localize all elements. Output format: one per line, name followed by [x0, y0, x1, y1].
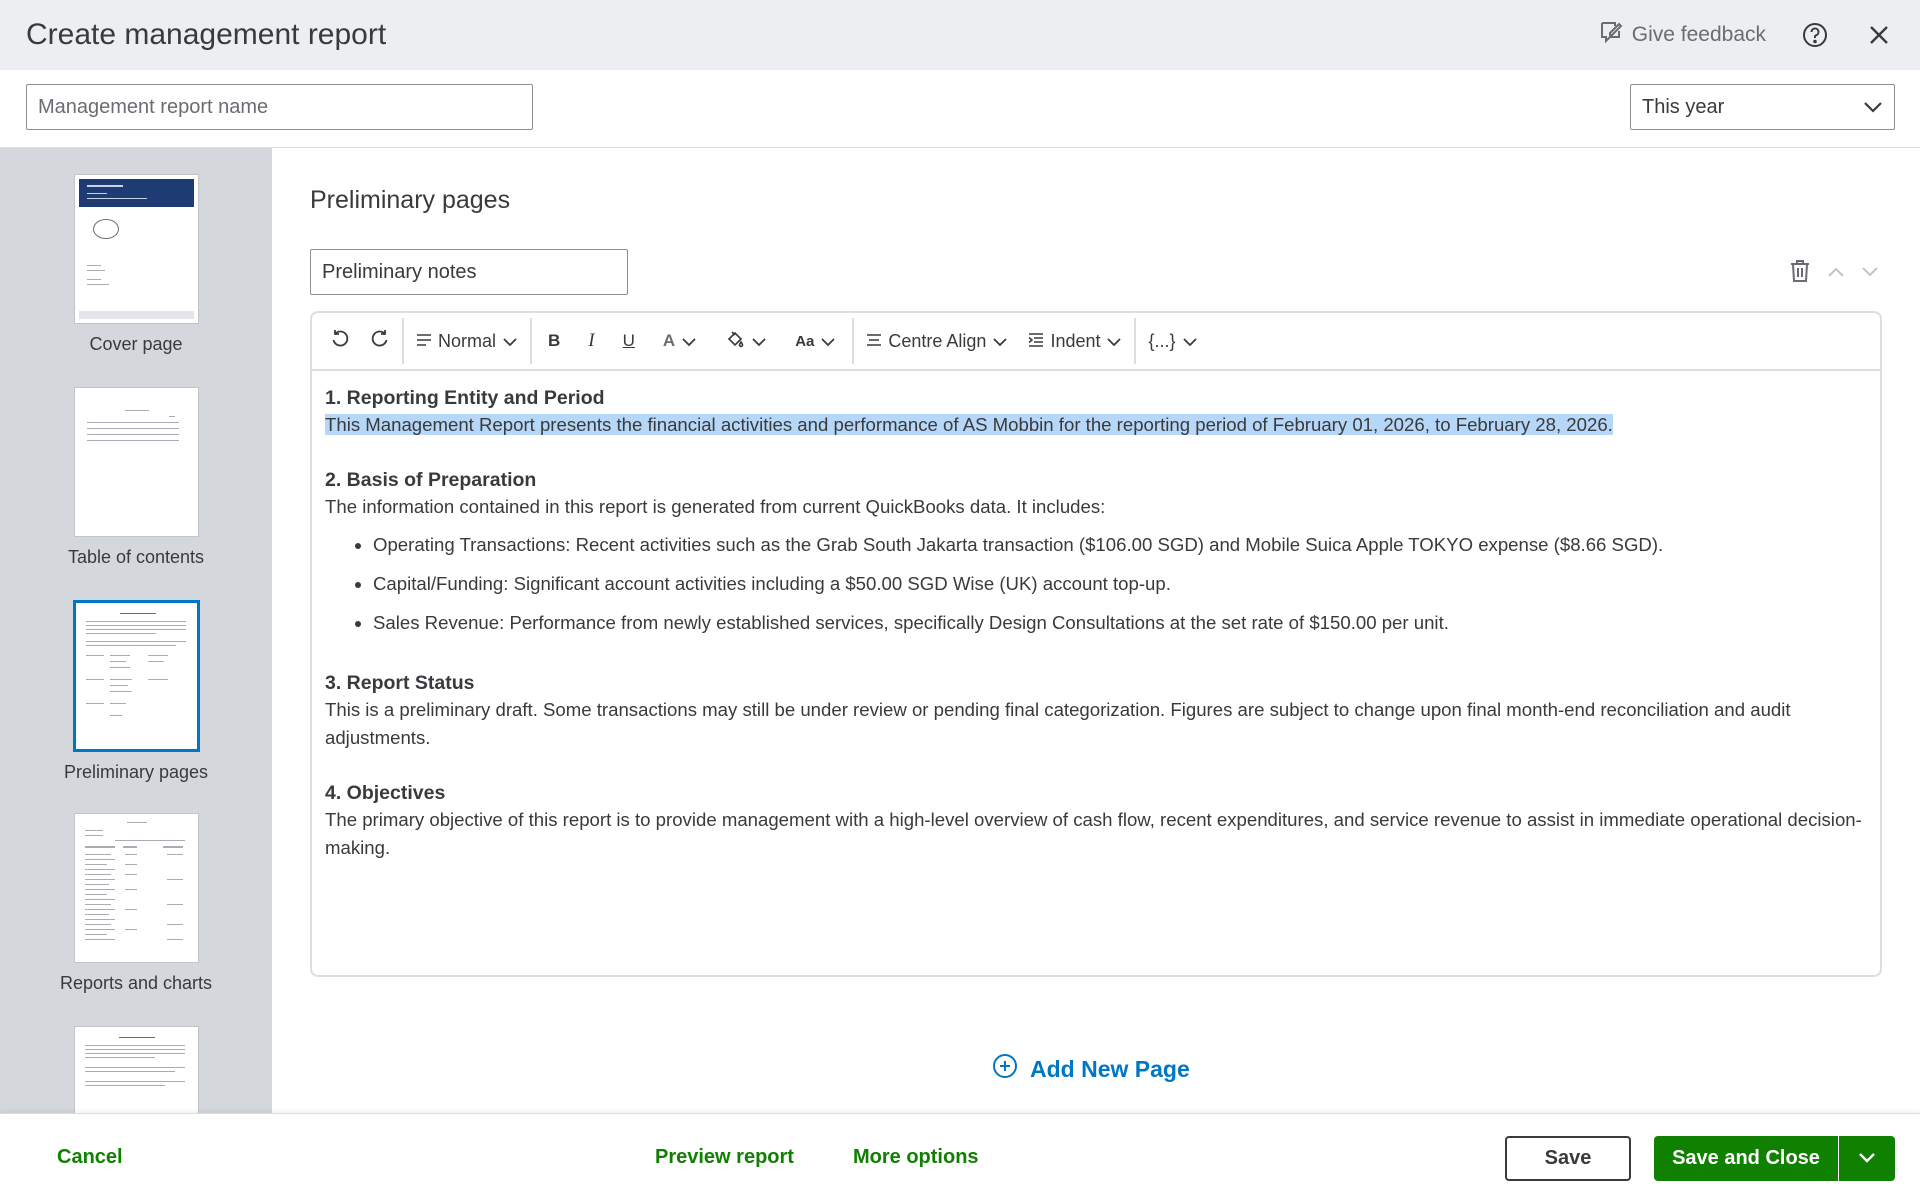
font-color-label: A: [662, 331, 676, 350]
sidebar-item-reports-and-charts[interactable]: Reports and charts: [0, 813, 272, 994]
preview-report-button[interactable]: Preview report: [655, 1146, 794, 1169]
chevron-down-icon: [751, 331, 767, 352]
content-heading-1: 1. Reporting Entity and Period: [325, 387, 605, 409]
paragraph-style-dropdown[interactable]: Normal: [406, 321, 528, 361]
chevron-down-icon: [992, 331, 1008, 352]
chevron-down-icon: [1858, 1150, 1876, 1168]
chevron-down-icon: [1106, 331, 1122, 352]
page-actions: [1788, 258, 1880, 289]
save-and-close-button[interactable]: Save and Close: [1654, 1136, 1838, 1181]
alignment-dropdown[interactable]: Centre Align: [856, 321, 1018, 361]
main-editor-area: Preliminary pages Preliminary notes Norm…: [272, 148, 1920, 1113]
content-heading-4: 4. Objectives: [325, 782, 446, 804]
content-paragraph-4: The primary objective of this report is …: [325, 809, 1862, 858]
content-paragraph-1-selected: This Management Report presents the fina…: [325, 414, 1613, 435]
logo-icon: [92, 219, 119, 239]
thumbnail-preliminary-pages-2: [73, 1026, 199, 1113]
sidebar-item-label: Cover page: [89, 334, 183, 354]
thumbnail-reports-and-charts: [73, 813, 199, 963]
underline-button[interactable]: U: [609, 321, 649, 361]
highlight-color-dropdown[interactable]: [711, 321, 781, 361]
feedback-icon: [1598, 19, 1624, 51]
redo-icon: [370, 329, 390, 354]
report-name-input[interactable]: [26, 84, 533, 130]
indent-dropdown[interactable]: Indent: [1018, 321, 1132, 361]
thumbnail-cover-page: [73, 174, 199, 324]
thumbnail-preliminary-pages: [72, 600, 200, 752]
content-heading-2: 2. Basis of Preparation: [325, 469, 537, 491]
align-center-icon: [866, 331, 882, 352]
paragraph-lines-icon: [416, 331, 432, 352]
underline-label: U: [622, 331, 635, 350]
chevron-down-icon: [1182, 331, 1198, 352]
paint-bucket-icon: [725, 329, 745, 354]
page-thumbnails-sidebar: Cover page Table of contents Preliminary…: [0, 148, 272, 1113]
content-paragraph-2: The information contained in this report…: [325, 496, 1106, 517]
content-paragraph-3: This is a preliminary draft. Some transa…: [325, 699, 1791, 748]
editor-toolbar: Normal B I U A Aa Centre Align Indent {.…: [312, 313, 1880, 371]
dialog-footer: Cancel Preview report More options Save …: [0, 1113, 1920, 1200]
report-period-value: This year: [1642, 95, 1725, 118]
chevron-down-icon: [820, 331, 836, 352]
redo-button[interactable]: [360, 321, 400, 361]
alignment-label: Centre Align: [888, 330, 987, 351]
italic-label: I: [588, 330, 595, 351]
bold-label: B: [548, 331, 561, 350]
save-options-dropdown[interactable]: [1839, 1136, 1895, 1181]
font-size-label: Aa: [795, 332, 815, 350]
report-period-select[interactable]: This year: [1630, 84, 1895, 130]
dialog-title: Create management report: [26, 18, 387, 51]
chevron-down-icon: [502, 331, 518, 352]
italic-button[interactable]: I: [574, 321, 608, 361]
sidebar-item-cover-page[interactable]: Cover page: [0, 174, 272, 355]
undo-icon: [330, 329, 350, 354]
more-options-button[interactable]: More options: [853, 1146, 979, 1169]
bold-button[interactable]: B: [534, 321, 574, 361]
add-new-page-label: Add New Page: [1030, 1055, 1190, 1082]
sidebar-item-table-of-contents[interactable]: Table of contents: [0, 387, 272, 568]
dialog-header: Create management report Give feedback: [0, 0, 1920, 70]
variables-label: {...}: [1148, 330, 1176, 351]
content-heading-3: 3. Report Status: [325, 672, 475, 694]
report-settings-bar: This year: [0, 70, 1920, 148]
font-color-dropdown[interactable]: A: [649, 321, 711, 361]
sidebar-item-label: Preliminary pages: [63, 762, 209, 782]
plus-circle-icon: [992, 1053, 1018, 1085]
sidebar-item-preliminary-pages-2[interactable]: [0, 1026, 272, 1113]
header-actions: Give feedback: [1598, 19, 1894, 51]
indent-icon: [1028, 331, 1044, 352]
feedback-label: Give feedback: [1631, 23, 1766, 46]
font-size-dropdown[interactable]: Aa: [781, 321, 850, 361]
trash-icon[interactable]: [1788, 258, 1812, 289]
editor-content[interactable]: 1. Reporting Entity and Period This Mana…: [312, 371, 1880, 876]
give-feedback-button[interactable]: Give feedback: [1598, 19, 1766, 51]
sidebar-item-label: Reports and charts: [59, 973, 213, 993]
list-item: Capital/Funding: Significant account act…: [373, 570, 1867, 598]
undo-button[interactable]: [320, 321, 360, 361]
chevron-down-icon[interactable]: [1860, 265, 1880, 283]
chevron-up-icon[interactable]: [1826, 265, 1846, 283]
chevron-down-icon: [681, 331, 697, 352]
paragraph-style-label: Normal: [438, 330, 497, 351]
rich-text-editor[interactable]: Normal B I U A Aa Centre Align Indent {.…: [310, 311, 1882, 977]
list-item: Sales Revenue: Performance from newly es…: [373, 609, 1867, 637]
section-title: Preliminary pages: [310, 186, 511, 214]
sidebar-item-label: Table of contents: [67, 547, 205, 567]
list-item: Operating Transactions: Recent activitie…: [373, 531, 1867, 559]
add-new-page-button[interactable]: Add New Page: [992, 1053, 1190, 1085]
help-circle-icon[interactable]: [1800, 20, 1830, 50]
sidebar-item-preliminary-pages[interactable]: Preliminary pages: [0, 600, 272, 783]
content-bullet-list: Operating Transactions: Recent activitie…: [325, 531, 1867, 637]
close-icon[interactable]: [1864, 20, 1894, 50]
page-name-input[interactable]: [310, 249, 628, 295]
insert-variable-dropdown[interactable]: {...}: [1138, 321, 1207, 361]
cancel-button[interactable]: Cancel: [57, 1146, 123, 1169]
save-button[interactable]: Save: [1505, 1136, 1631, 1181]
indent-label: Indent: [1050, 330, 1101, 351]
chevron-down-icon: [1863, 96, 1883, 119]
thumbnail-table-of-contents: [73, 387, 199, 537]
